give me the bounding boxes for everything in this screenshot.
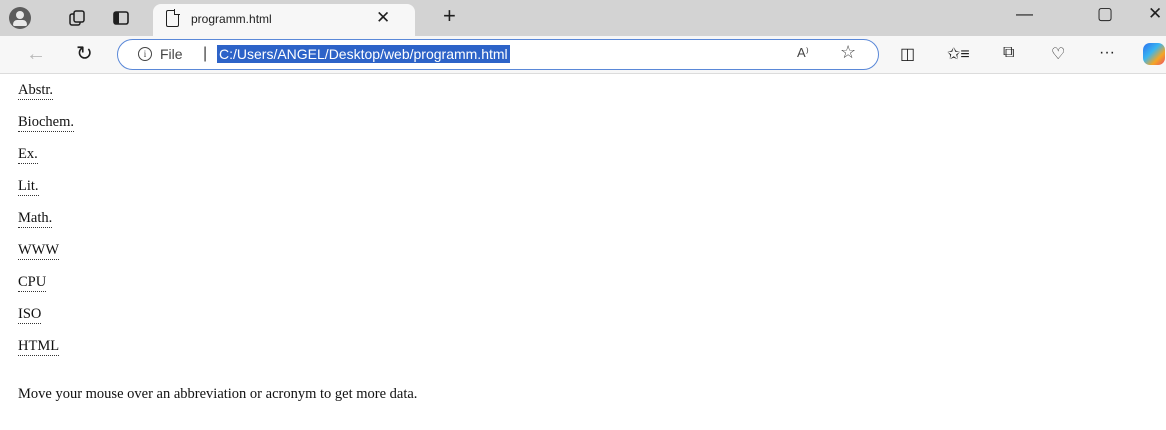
address-bar[interactable]: i File | C:/Users/ANGEL/Desktop/web/prog… (117, 39, 879, 70)
acronym-html[interactable]: HTML (18, 338, 60, 356)
abbr-abstr[interactable]: Abstr. (18, 82, 54, 100)
back-arrow-icon[interactable]: ← (26, 43, 46, 65)
tab-title: programm.html (191, 12, 272, 26)
toolbar: ← ↻ i File | C:/Users/ANGEL/Desktop/web/… (0, 36, 1166, 74)
new-tab-button[interactable]: + (443, 3, 456, 29)
heart-pulse-icon[interactable]: ♡ (1051, 44, 1065, 64)
favorites-icon[interactable]: ✩≡ (947, 44, 970, 64)
abbr-math[interactable]: Math. (18, 210, 53, 228)
abbr-lit[interactable]: Lit. (18, 178, 39, 196)
instruction-text: Move your mouse over an abbreviation or … (18, 386, 418, 402)
maximize-button[interactable]: ▢ (1097, 4, 1113, 24)
star-icon[interactable]: ☆ (840, 42, 856, 63)
collections-icon[interactable]: ⧉ (1003, 44, 1014, 62)
split-screen-icon[interactable]: ◫ (900, 44, 915, 64)
profile-avatar[interactable] (9, 7, 31, 29)
read-aloud-icon[interactable]: A⁾ (797, 45, 809, 61)
acronym-www[interactable]: WWW (18, 242, 60, 260)
address-separator: | (203, 45, 208, 62)
close-window-button[interactable]: ✕ (1148, 4, 1162, 24)
more-icon[interactable]: ··· (1099, 44, 1115, 62)
url-text[interactable]: C:/Users/ANGEL/Desktop/web/programm.html (217, 45, 510, 63)
page-icon (166, 9, 180, 27)
tab-actions-icon[interactable] (110, 8, 132, 28)
minimize-button[interactable]: — (1016, 4, 1033, 24)
abbr-biochem[interactable]: Biochem. (18, 114, 74, 132)
abbr-ex[interactable]: Ex. (18, 146, 38, 164)
reload-icon[interactable]: ↻ (76, 43, 93, 65)
tab-strip: programm.html ✕ + — ▢ ✕ (0, 0, 1166, 36)
workspaces-icon[interactable] (66, 8, 88, 28)
copilot-icon[interactable] (1143, 43, 1165, 65)
acronym-iso[interactable]: ISO (18, 306, 42, 324)
scheme-label: File (160, 46, 183, 62)
acronym-cpu[interactable]: CPU (18, 274, 47, 292)
active-tab[interactable]: programm.html ✕ (153, 4, 415, 36)
info-icon[interactable]: i (138, 47, 152, 61)
close-tab-icon[interactable]: ✕ (376, 8, 390, 28)
